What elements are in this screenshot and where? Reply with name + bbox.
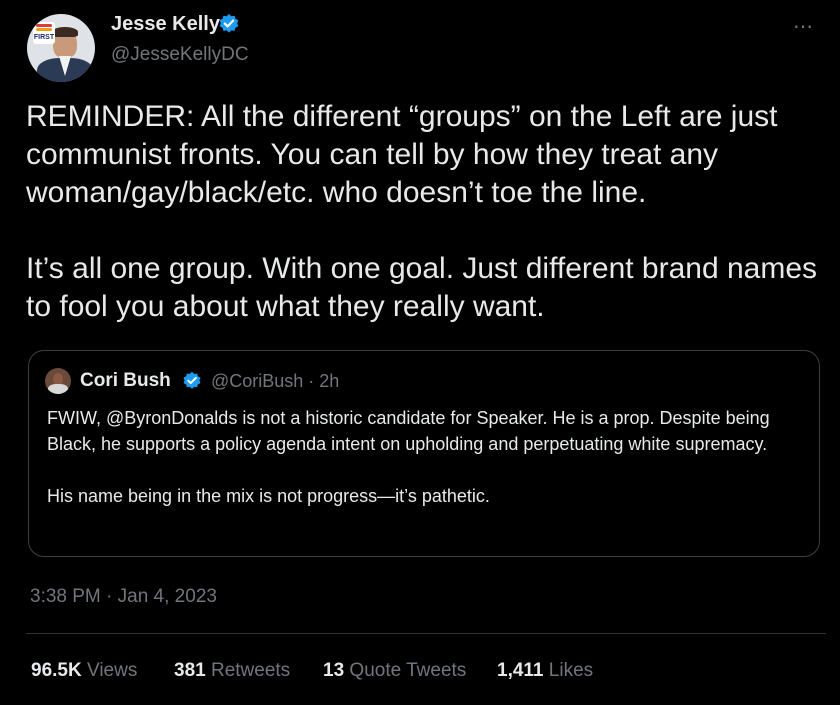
quoted-author-avatar bbox=[45, 368, 71, 394]
quote-tweets-label: Quote Tweets bbox=[349, 660, 467, 681]
quoted-avatar-body bbox=[48, 384, 68, 394]
tweet-paragraph: It’s all one group. With one goal. Just … bbox=[26, 252, 818, 323]
logo-stripe bbox=[36, 24, 52, 27]
retweets-label: Retweets bbox=[210, 660, 291, 681]
avatar-hair bbox=[52, 27, 78, 37]
avatar-badge-logo: FIRST bbox=[33, 22, 55, 44]
tweet-timestamp[interactable]: 3:38 PM · Jan 4, 2023 bbox=[30, 586, 217, 608]
author-avatar[interactable]: FIRST bbox=[27, 14, 95, 82]
quoted-handle-time: @CoriBush · 2h bbox=[211, 371, 340, 391]
quoted-tweet-card[interactable]: Cori Bush @CoriBush · 2h FWIW, @ByronDon… bbox=[28, 350, 820, 557]
views-count: 96.5K bbox=[31, 660, 82, 681]
quoted-author-name: Cori Bush bbox=[80, 370, 171, 391]
avatar-badge-text: FIRST bbox=[33, 34, 55, 41]
views-label: Views bbox=[86, 660, 138, 681]
likes-label: Likes bbox=[548, 660, 594, 681]
verified-badge-icon bbox=[219, 14, 239, 33]
tweet-body: REMINDER: All the different “groups” on … bbox=[26, 98, 826, 326]
quoted-tweet-body: FWIW, @ByronDonalds is not a historic ca… bbox=[47, 405, 807, 509]
retweets-stat[interactable]: 381 Retweets bbox=[174, 660, 290, 682]
author-name[interactable]: Jesse Kelly bbox=[111, 13, 220, 36]
verified-badge-icon bbox=[183, 371, 201, 389]
quote-tweets-count: 13 bbox=[323, 660, 345, 681]
quote-tweets-stat[interactable]: 13 Quote Tweets bbox=[323, 660, 466, 682]
quoted-paragraph: FWIW, @ByronDonalds is not a historic ca… bbox=[47, 408, 770, 454]
likes-stat[interactable]: 1,411 Likes bbox=[497, 660, 593, 682]
author-handle[interactable]: @JesseKellyDC bbox=[111, 44, 249, 66]
more-options-icon[interactable]: ⋯ bbox=[793, 14, 814, 39]
retweets-count: 381 bbox=[174, 660, 206, 681]
likes-count: 1,411 bbox=[497, 660, 544, 681]
tweet-paragraph: REMINDER: All the different “groups” on … bbox=[26, 100, 778, 209]
quoted-paragraph: His name being in the mix is not progres… bbox=[47, 486, 490, 506]
divider bbox=[26, 633, 826, 634]
logo-stripe bbox=[36, 28, 52, 31]
views-stat[interactable]: 96.5K Views bbox=[31, 660, 137, 682]
